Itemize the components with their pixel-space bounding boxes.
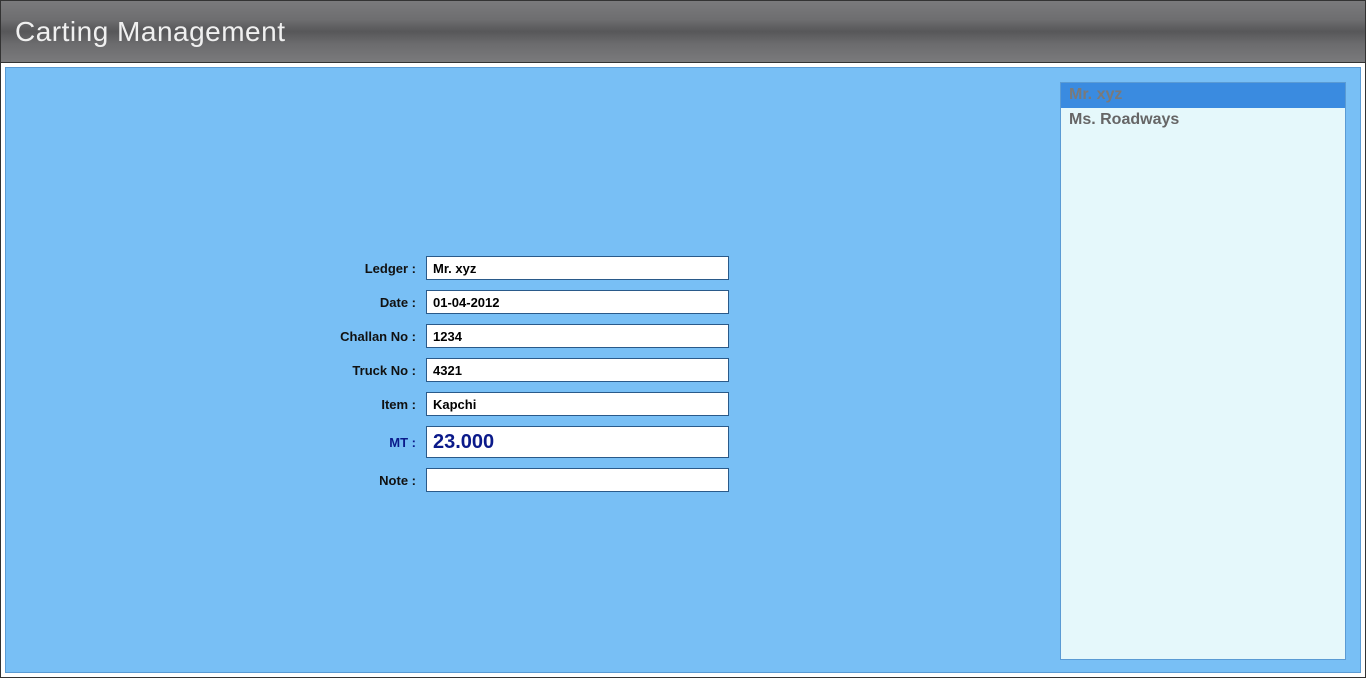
- note-input[interactable]: [426, 468, 729, 492]
- form-row-item: Item :: [296, 392, 729, 416]
- app-window: Carting Management Ledger : Date : Chall…: [0, 0, 1366, 678]
- form-row-truck-no: Truck No :: [296, 358, 729, 382]
- ledger-list-item[interactable]: Mr. xyz: [1061, 83, 1345, 108]
- ledger-label: Ledger :: [296, 261, 426, 276]
- titlebar: Carting Management: [1, 1, 1365, 63]
- date-input[interactable]: [426, 290, 729, 314]
- form-row-ledger: Ledger :: [296, 256, 729, 280]
- content-area: Ledger : Date : Challan No : Truck No :: [5, 67, 1361, 673]
- form-row-challan-no: Challan No :: [296, 324, 729, 348]
- truck-no-input[interactable]: [426, 358, 729, 382]
- challan-no-label: Challan No :: [296, 329, 426, 344]
- challan-no-input[interactable]: [426, 324, 729, 348]
- truck-no-label: Truck No :: [296, 363, 426, 378]
- item-input[interactable]: [426, 392, 729, 416]
- form-row-date: Date :: [296, 290, 729, 314]
- mt-input[interactable]: [426, 426, 729, 458]
- form-container: Ledger : Date : Challan No : Truck No :: [296, 256, 729, 492]
- item-label: Item :: [296, 397, 426, 412]
- mt-label: MT :: [296, 435, 426, 450]
- ledger-list-item[interactable]: Ms. Roadways: [1061, 108, 1345, 133]
- page-title: Carting Management: [15, 16, 285, 48]
- ledger-list[interactable]: Mr. xyz Ms. Roadways: [1060, 82, 1346, 660]
- ledger-input[interactable]: [426, 256, 729, 280]
- form-row-mt: MT :: [296, 426, 729, 458]
- content-wrap: Ledger : Date : Challan No : Truck No :: [1, 63, 1365, 677]
- date-label: Date :: [296, 295, 426, 310]
- form-row-note: Note :: [296, 468, 729, 492]
- note-label: Note :: [296, 473, 426, 488]
